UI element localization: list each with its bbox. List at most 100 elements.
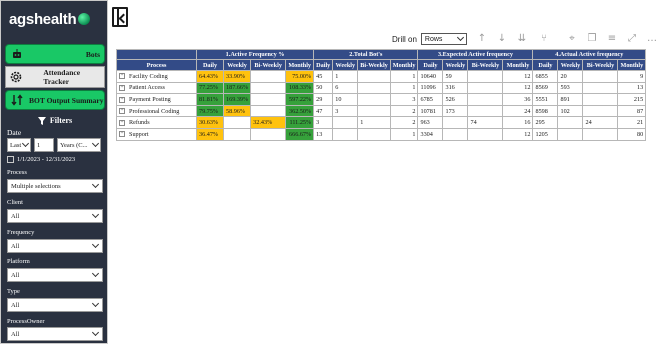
expand-hierarchy-icon[interactable]: ⑂ [538, 33, 550, 45]
gear-icon [8, 69, 23, 85]
table-cell: 64.43% [196, 70, 224, 83]
bot-output-summary-label: BOT Output Summary [29, 95, 104, 105]
more-options-icon[interactable]: … [646, 33, 658, 45]
process-label: Process [7, 169, 27, 176]
filter-icon[interactable]: ≡ [606, 33, 618, 45]
column-header-weekly[interactable]: Weekly [557, 59, 584, 71]
table-cell: 36 [502, 93, 534, 106]
table-cell [557, 127, 584, 141]
table-cell: 33.90% [222, 70, 252, 83]
column-header-weekly[interactable]: Weekly [442, 59, 469, 71]
table-cell: 12 [502, 127, 534, 141]
table-row[interactable]: + Refunds 30.63% 32.43% 111.25% 3 1 2 963 74 16 295… [116, 116, 647, 129]
table-cell: 316 [442, 81, 469, 95]
column-header-monthly[interactable]: Monthly [389, 59, 419, 71]
date-count-value: 1 [37, 141, 41, 149]
chevron-down-icon [91, 328, 100, 337]
table-cell: 1 [389, 70, 419, 83]
table-cell [250, 70, 287, 83]
table-cell: 1205 [532, 127, 559, 141]
chevron-down-icon [91, 240, 100, 249]
pin-icon[interactable]: ⌖ [566, 33, 578, 45]
date-range-text: 1/1/2023 - 12/31/2023 [17, 156, 76, 163]
date-label: Date [7, 128, 22, 137]
frequency-dropdown[interactable]: All [7, 239, 103, 253]
column-header-bi-weekly[interactable]: Bi-Weekly [467, 59, 504, 71]
collapse-panel-icon[interactable] [112, 7, 128, 27]
table-cell [582, 81, 619, 95]
chevron-down-icon [91, 139, 100, 148]
column-header-bi-weekly[interactable]: Bi-Weekly [582, 59, 619, 71]
table-cell: 6785 [417, 93, 444, 106]
bots-button[interactable]: Bots [5, 44, 105, 64]
bot-output-summary-button[interactable]: BOT Output Summary [5, 90, 105, 110]
process-cell[interactable]: + Facility Coding [116, 70, 197, 83]
date-count-input[interactable]: 1 [34, 138, 54, 152]
date-unit-select[interactable]: Years (C... [57, 138, 101, 152]
process-cell[interactable]: + Refunds [116, 116, 197, 129]
column-header-daily[interactable]: Daily [417, 59, 444, 71]
client-dropdown[interactable]: All [7, 209, 103, 223]
expand-row-icon[interactable]: + [119, 108, 125, 115]
column-header-monthly[interactable]: Monthly [285, 59, 315, 71]
expand-row-icon[interactable]: + [119, 73, 125, 80]
column-header-bi-weekly[interactable]: Bi-Weekly [250, 59, 287, 71]
process-cell[interactable]: + Professional Coding [116, 104, 197, 118]
column-header-monthly[interactable]: Monthly [617, 59, 647, 71]
table-cell [582, 70, 619, 83]
column-header-daily[interactable]: Daily [196, 59, 224, 71]
attendance-tracker-row[interactable]: Attendance Tracker [5, 66, 105, 88]
table-cell: 47 [313, 104, 334, 118]
column-header-daily[interactable]: Daily [313, 59, 334, 71]
process-cell[interactable]: + Payment Posting [116, 93, 197, 106]
table-cell [442, 127, 469, 141]
table-row[interactable]: + Payment Posting 81.81% 169.39% 597.22% 29 10… [116, 93, 647, 106]
platform-dropdown[interactable]: All [7, 268, 103, 282]
table-cell: 79.75% [196, 104, 224, 118]
table-cell: 21 [617, 116, 647, 129]
process-name: Support [129, 130, 149, 138]
table-row[interactable]: + Facility Coding 64.43% 33.90% 75.00% 45 1 1 10… [116, 70, 647, 83]
expand-row-icon[interactable]: + [119, 131, 125, 138]
table-cell: 12 [502, 70, 534, 83]
drill-on-select[interactable]: Rows [420, 33, 467, 45]
table-row[interactable]: + Patient Access 77.25% 187.66% 108.33% 50 6 1 1… [116, 81, 647, 95]
expand-row-icon[interactable]: + [119, 84, 125, 91]
column-header-weekly[interactable]: Weekly [332, 59, 359, 71]
process-dropdown[interactable]: Multiple selections [7, 179, 103, 193]
process-value: Multiple selections [11, 182, 61, 190]
type-value: All [11, 301, 20, 309]
column-header-daily[interactable]: Daily [532, 59, 559, 71]
table-cell: 2 [389, 104, 419, 118]
focus-mode-icon[interactable]: ⤢ [626, 33, 638, 45]
copy-icon[interactable]: ❐ [586, 33, 598, 45]
date-mode-select[interactable]: Last [7, 138, 31, 152]
column-header-monthly[interactable]: Monthly [502, 59, 534, 71]
table-cell [357, 127, 391, 141]
chevron-down-icon [91, 269, 100, 278]
process-cell[interactable]: + Support [116, 127, 197, 141]
table-cell: 1 [357, 116, 391, 129]
table-cell [250, 127, 287, 141]
column-header-bi-weekly[interactable]: Bi-Weekly [357, 59, 391, 71]
process-cell[interactable]: + Patient Access [116, 81, 197, 95]
drill-down-icon[interactable]: ↓ [496, 33, 508, 45]
table-row[interactable]: + Professional Coding 79.75% 58.96% 362.50% 4… [116, 104, 647, 118]
process-name: Payment Posting [129, 95, 171, 103]
table-row[interactable]: + Support 36.47% 666.67% 13 1 3304 12 1205 80 [116, 127, 647, 141]
date-unit-value: Years (C... [60, 141, 88, 149]
table-cell: 8598 [532, 104, 559, 118]
table-cell [582, 93, 619, 106]
drill-up-icon[interactable]: ↑ [476, 33, 488, 45]
chevron-down-icon [456, 33, 464, 42]
expand-row-icon[interactable]: + [119, 96, 125, 103]
type-dropdown[interactable]: All [7, 298, 103, 312]
header-blank [116, 49, 197, 60]
expand-all-down-icon[interactable]: ⇊ [516, 33, 528, 45]
column-header-weekly[interactable]: Weekly [222, 59, 252, 71]
table-cell [467, 93, 504, 106]
column-header-process[interactable]: Process [116, 59, 197, 71]
group-header-expected-frequency: 3.Expected Active frequency [417, 49, 534, 60]
expand-row-icon[interactable]: + [119, 119, 125, 126]
process-owner-dropdown[interactable]: All [7, 327, 103, 341]
